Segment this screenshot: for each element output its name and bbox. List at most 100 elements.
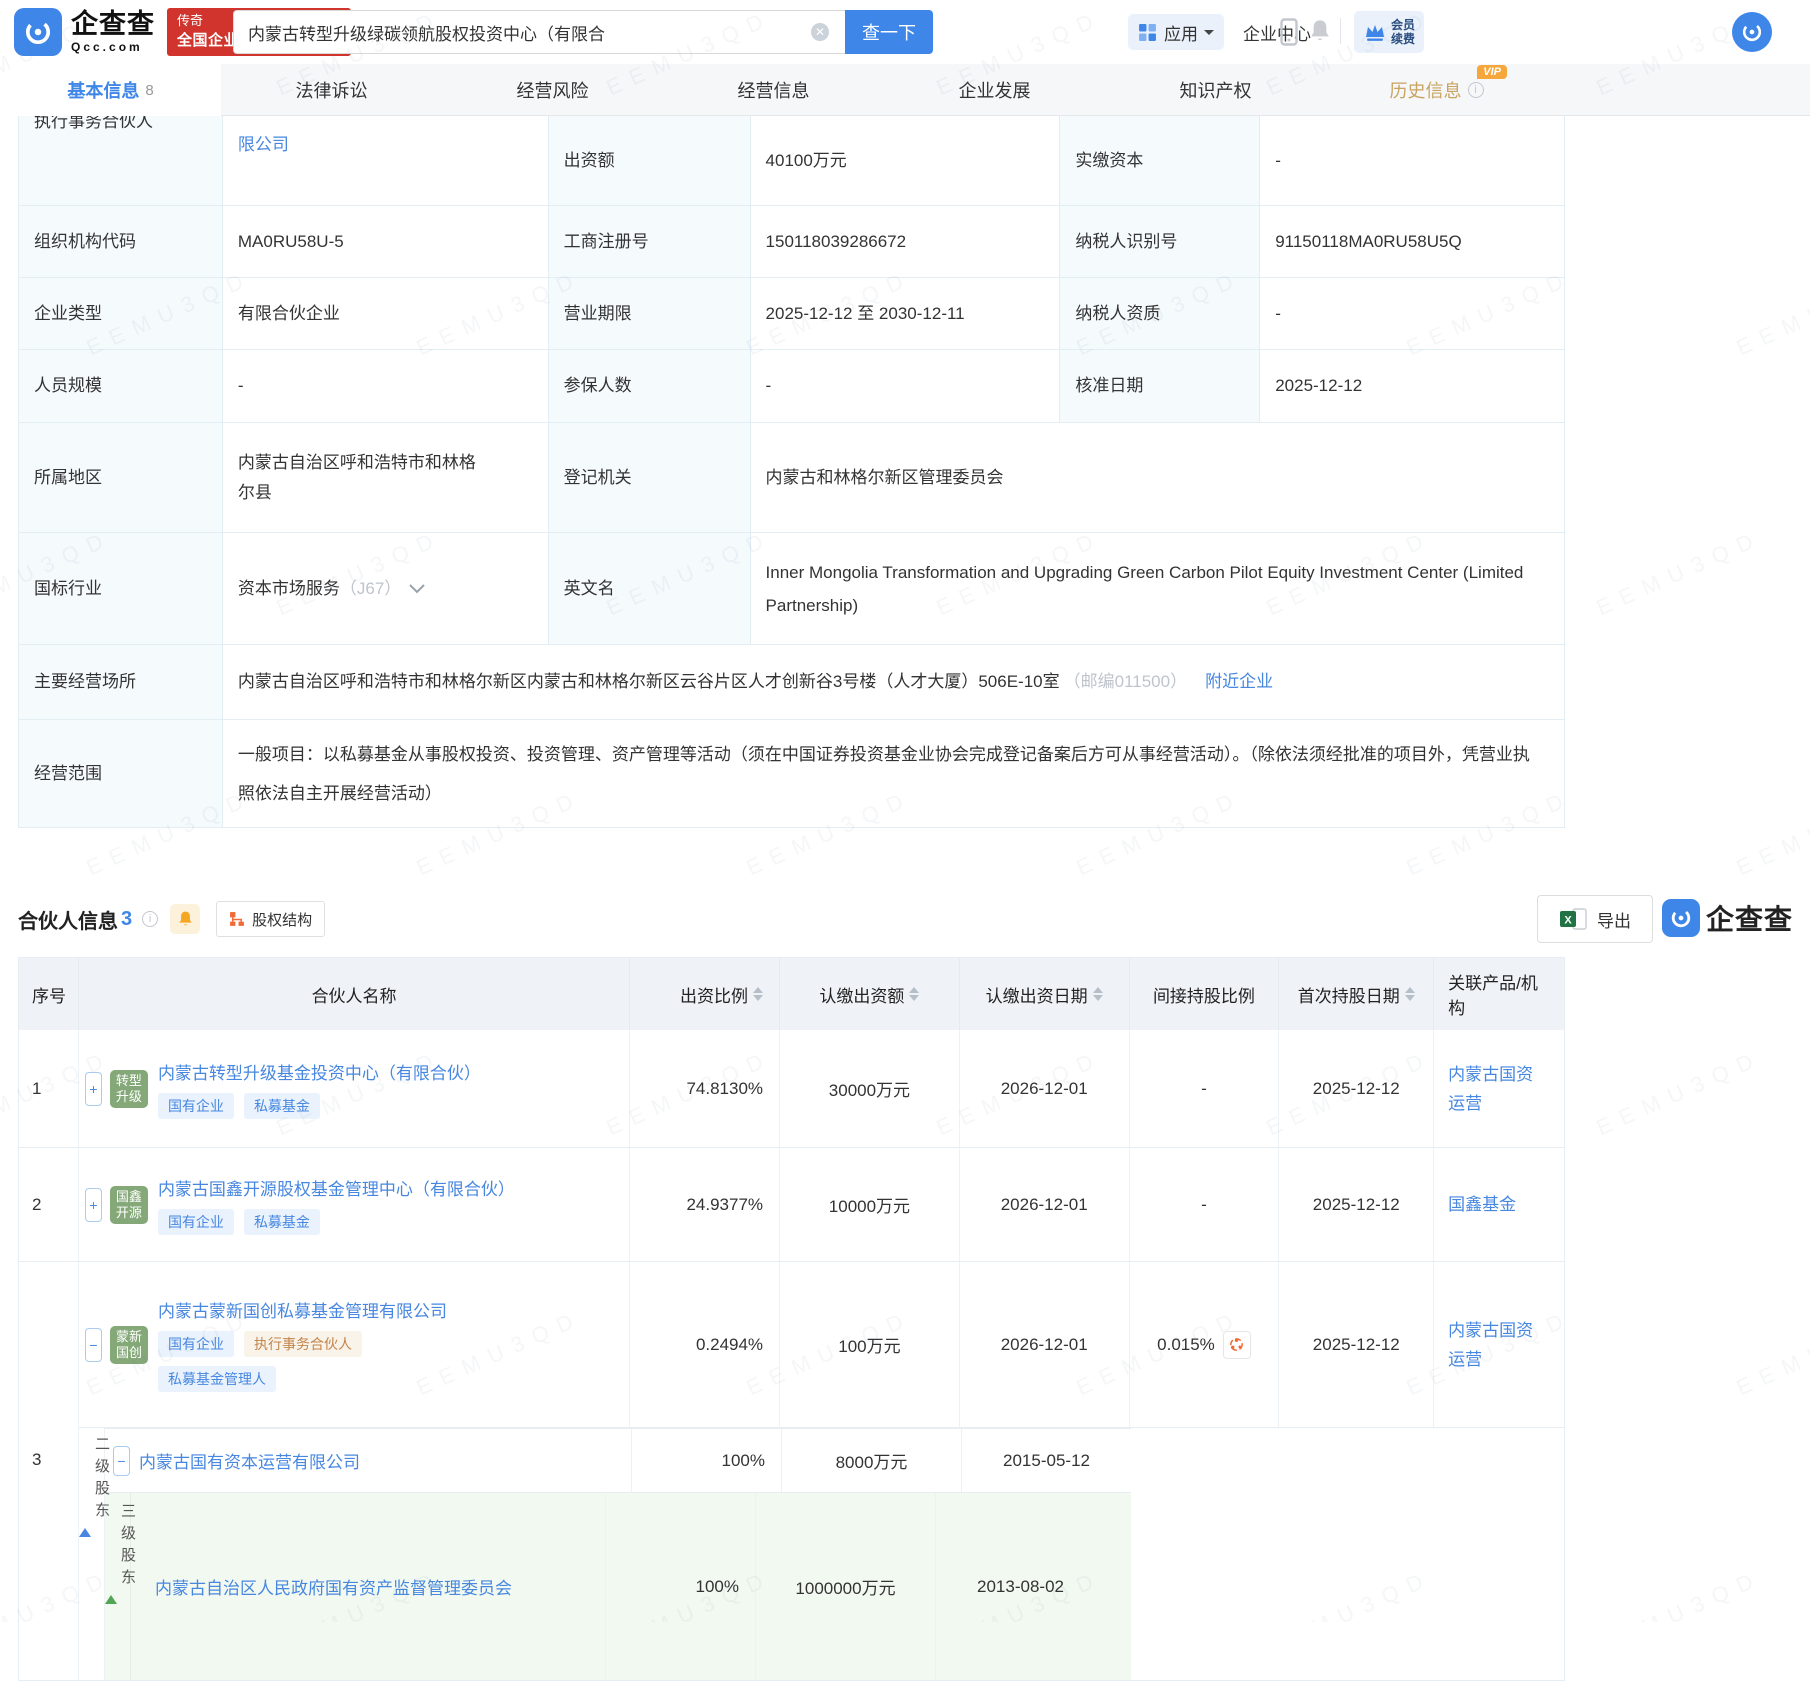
collapse-button[interactable]: − bbox=[113, 1446, 130, 1476]
field-label: 企业类型 bbox=[19, 278, 223, 349]
tab-label: 经营信息 bbox=[738, 77, 810, 103]
partner-company-link[interactable]: 内蒙古国鑫开源股权基金管理中心（有限合伙） bbox=[158, 1175, 515, 1200]
collapse-triangle-icon[interactable] bbox=[105, 1576, 117, 1604]
col-amount-sortable[interactable]: 认缴出资额 bbox=[780, 958, 960, 1030]
partner-company-link[interactable]: 内蒙古转型升级基金投资中心（有限合伙） bbox=[158, 1059, 481, 1084]
info-icon[interactable]: i bbox=[142, 911, 158, 927]
export-button[interactable]: X 导出 bbox=[1537, 895, 1653, 943]
tab-legal[interactable]: 法律诉讼 bbox=[221, 64, 442, 116]
tab-label: 法律诉讼 bbox=[296, 77, 368, 103]
product-link[interactable]: 内蒙古国资运营 bbox=[1448, 1060, 1542, 1118]
indirect-equity-icon[interactable] bbox=[1223, 1331, 1251, 1359]
nearby-companies-link[interactable]: 附近企业 bbox=[1205, 667, 1273, 697]
col-indirect: 间接持股比例 bbox=[1130, 958, 1280, 1030]
tag-fund-manager[interactable]: 私募基金管理人 bbox=[158, 1366, 276, 1392]
vip-line1: 会员 bbox=[1391, 18, 1415, 32]
brand-name: 企查查 bbox=[71, 11, 155, 38]
col-label: 出资比例 bbox=[680, 982, 748, 1007]
partner-row-group: 3 − 蒙新国创 内蒙古蒙新国创私募基金管理有限公司 国有企业 执行事务合伙人 bbox=[19, 1262, 1564, 1681]
col-first-date-sortable[interactable]: 首次持股日期 bbox=[1279, 958, 1434, 1030]
tab-development[interactable]: 企业发展 bbox=[884, 64, 1105, 116]
brand-text: 企查查 bbox=[1706, 898, 1793, 938]
monitor-bell-button[interactable] bbox=[170, 904, 200, 934]
amount-value: 8000万元 bbox=[781, 1429, 961, 1492]
table-row: 所属地区 内蒙古自治区呼和浩特市和林格尔县 登记机关 内蒙古和林格尔新区管理委员… bbox=[19, 423, 1565, 533]
collapse-triangle-icon[interactable] bbox=[79, 1509, 91, 1537]
shareholder-company-link[interactable]: 内蒙古国有资本运营有限公司 bbox=[139, 1448, 360, 1473]
watermark-text: EEMU3QD bbox=[1592, 1045, 1766, 1141]
mobile-app-icon[interactable] bbox=[1280, 18, 1298, 51]
expand-button[interactable]: + bbox=[85, 1188, 102, 1222]
tag-state-owned[interactable]: 国有企业 bbox=[158, 1331, 234, 1357]
col-ratio-sortable[interactable]: 出资比例 bbox=[630, 958, 780, 1030]
tag-state-owned[interactable]: 国有企业 bbox=[158, 1093, 234, 1119]
field-value: MA0RU58U-5 bbox=[223, 206, 549, 277]
export-label: 导出 bbox=[1597, 907, 1631, 932]
tag-private-fund[interactable]: 私募基金 bbox=[244, 1209, 320, 1235]
qcc-logo-icon bbox=[1662, 899, 1700, 937]
field-label: 营业期限 bbox=[549, 278, 751, 349]
chevron-down-icon[interactable] bbox=[409, 584, 425, 594]
product-link[interactable]: 国鑫基金 bbox=[1448, 1190, 1542, 1219]
vip-renew-button[interactable]: 会员 续费 bbox=[1354, 11, 1424, 53]
chevron-down-icon bbox=[1204, 30, 1214, 40]
tag-executive-partner[interactable]: 执行事务合伙人 bbox=[244, 1331, 362, 1357]
qcc-logo-icon[interactable] bbox=[14, 8, 62, 56]
apps-menu[interactable]: 应用 bbox=[1128, 14, 1224, 50]
enterprise-center-link[interactable]: 企业中心 bbox=[1243, 14, 1311, 50]
tab-history[interactable]: VIP 历史信息 i bbox=[1326, 64, 1547, 116]
partners-table-header: 序号 合伙人名称 出资比例 认缴出资额 认缴出资日期 间接持股比例 首次持股日期… bbox=[19, 958, 1564, 1030]
qcc-logo-text[interactable]: 企查查 Qcc.com bbox=[71, 11, 155, 53]
partner-row: 2 + 国鑫开源 内蒙古国鑫开源股权基金管理中心（有限合伙） 国有企业 私募基金… bbox=[19, 1148, 1564, 1262]
industry-value-cell: 资本市场服务 （J67） bbox=[223, 533, 549, 644]
sub-shareholder-row-level3: 三级股东 内蒙古自治区人民政府国有资产监督管理委员会 100% 1000000万… bbox=[105, 1492, 1131, 1680]
tab-basic-info[interactable]: 基本信息 8 bbox=[0, 64, 221, 116]
watermark-text: EEMU3QD bbox=[1592, 525, 1766, 621]
search-input[interactable] bbox=[233, 10, 845, 54]
field-value: - bbox=[1260, 116, 1565, 205]
user-avatar[interactable] bbox=[1732, 12, 1772, 52]
field-label: 人员规模 bbox=[19, 350, 223, 422]
tab-operating-risk[interactable]: 经营风险 bbox=[442, 64, 663, 116]
notification-bell-icon[interactable] bbox=[1308, 18, 1332, 49]
table-row: 企业类型 有限合伙企业 营业期限 2025-12-12 至 2030-12-11… bbox=[19, 278, 1565, 350]
tab-intellectual-property[interactable]: 知识产权 bbox=[1105, 64, 1326, 116]
col-date-sortable[interactable]: 认缴出资日期 bbox=[960, 958, 1130, 1030]
field-value: 40100万元 bbox=[751, 116, 1061, 205]
shareholder-company-link[interactable]: 内蒙古自治区人民政府国有资产监督管理委员会 bbox=[155, 1574, 512, 1599]
info-icon[interactable]: i bbox=[1468, 82, 1484, 98]
tab-label: 知识产权 bbox=[1180, 77, 1252, 103]
address-text: 内蒙古自治区呼和浩特市和林格尔新区内蒙古和林格尔新区云谷片区人才创新谷3号楼（人… bbox=[238, 667, 1060, 697]
watermark-text: EEMU3QD bbox=[1732, 265, 1810, 361]
field-label: 工商注册号 bbox=[549, 206, 751, 277]
exec-partner-link[interactable]: 限公司 bbox=[238, 130, 289, 160]
search-button[interactable]: 查一下 bbox=[845, 10, 933, 54]
bell-icon bbox=[177, 910, 194, 928]
industry-name: 资本市场服务 bbox=[238, 574, 340, 604]
tab-operating-info[interactable]: 经营信息 bbox=[663, 64, 884, 116]
field-value: 2025-12-12 至 2030-12-11 bbox=[751, 278, 1061, 349]
collapse-button[interactable]: − bbox=[85, 1328, 102, 1362]
col-label: 首次持股日期 bbox=[1298, 982, 1400, 1007]
partner-row: 1 + 转型升级 内蒙古转型升级基金投资中心（有限合伙） 国有企业 私募基金 7… bbox=[19, 1030, 1564, 1148]
product-cell: 内蒙古国资运营 bbox=[1434, 1262, 1564, 1427]
field-label: 英文名 bbox=[549, 533, 751, 644]
field-value: 91150118MA0RU58U5Q bbox=[1260, 206, 1565, 277]
partner-name-cell: + 转型升级 内蒙古转型升级基金投资中心（有限合伙） 国有企业 私募基金 bbox=[79, 1030, 630, 1147]
product-link[interactable]: 内蒙古国资运营 bbox=[1448, 1316, 1542, 1374]
field-value: 内蒙古自治区呼和浩特市和林格尔县 bbox=[223, 423, 549, 532]
tag-private-fund[interactable]: 私募基金 bbox=[244, 1093, 320, 1119]
field-value: 有限合伙企业 bbox=[223, 278, 549, 349]
expand-button[interactable]: + bbox=[85, 1072, 102, 1106]
field-label: 国标行业 bbox=[19, 533, 223, 644]
sort-icon bbox=[909, 987, 919, 1001]
col-product: 关联产品/机构 bbox=[1434, 958, 1564, 1030]
tag-state-owned[interactable]: 国有企业 bbox=[158, 1209, 234, 1235]
search-clear-icon[interactable]: ✕ bbox=[811, 23, 829, 41]
indirect-value: 0.015% bbox=[1157, 1335, 1215, 1355]
equity-structure-button[interactable]: 股权结构 bbox=[216, 901, 325, 937]
field-label: 纳税人识别号 bbox=[1060, 206, 1260, 277]
field-label: 出资额 bbox=[549, 116, 751, 205]
partner-company-link[interactable]: 内蒙古蒙新国创私募基金管理有限公司 bbox=[158, 1297, 447, 1322]
first-date-value: 2025-12-12 bbox=[1279, 1030, 1434, 1147]
